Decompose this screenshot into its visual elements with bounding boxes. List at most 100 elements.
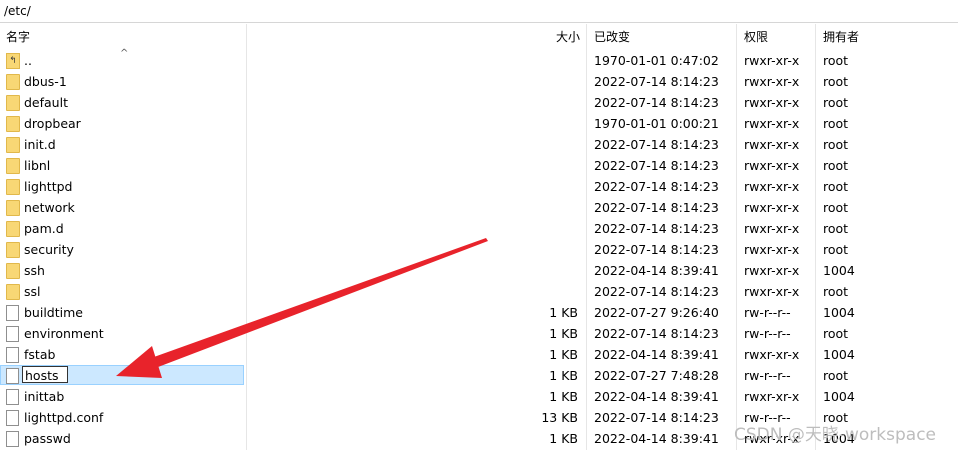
file-name: default [24,95,68,110]
file-permissions: rwxr-xr-x [744,74,800,89]
file-name: dropbear [24,116,81,131]
folder-row[interactable]: libnl 2022-07-14 8:14:23 rwxr-xr-x root [0,155,958,176]
folder-row[interactable]: default 2022-07-14 8:14:23 rwxr-xr-x root [0,92,958,113]
folder-row[interactable]: network 2022-07-14 8:14:23 rwxr-xr-x root [0,197,958,218]
folder-icon [6,200,20,216]
file-modified: 2022-04-14 8:39:41 [594,431,719,446]
file-row[interactable]: inittab 1 KB 2022-04-14 8:39:41 rwxr-xr-x 10… [0,386,958,407]
file-permissions: rwxr-xr-x [744,137,800,152]
column-size[interactable]: 大小 [556,24,580,48]
folder-row[interactable]: init.d 2022-07-14 8:14:23 rwxr-xr-x root [0,134,958,155]
file-name: buildtime [24,305,83,320]
file-modified: 1970-01-01 0:47:02 [594,53,719,68]
file-modified: 2022-07-27 9:26:40 [594,305,719,320]
file-name: network [24,200,75,215]
folder-row[interactable]: pam.d 2022-07-14 8:14:23 rwxr-xr-x root [0,218,958,239]
file-owner: 1004 [823,389,855,404]
file-size: 1 KB [549,305,578,320]
file-icon [6,389,19,405]
file-icon [6,326,19,342]
file-permissions: rwxr-xr-x [744,116,800,131]
file-permissions: rwxr-xr-x [744,389,800,404]
folder-row[interactable]: dbus-1 2022-07-14 8:14:23 rwxr-xr-x root [0,71,958,92]
folder-icon [6,137,20,153]
file-row[interactable]: hosts 1 KB 2022-07-27 7:48:28 rw-r--r-- root [0,365,958,386]
file-modified: 2022-07-14 8:14:23 [594,410,719,425]
file-owner: root [823,74,849,89]
file-modified: 2022-04-14 8:39:41 [594,389,719,404]
column-owner[interactable]: 拥有者 [823,24,859,48]
file-size: 1 KB [549,389,578,404]
file-size: 13 KB [541,410,578,425]
file-owner: root [823,221,849,236]
file-owner: root [823,284,849,299]
folder-icon [6,179,20,195]
file-modified: 2022-07-14 8:14:23 [594,158,719,173]
file-icon [6,410,19,426]
file-modified: 2022-04-14 8:39:41 [594,347,719,362]
file-permissions: rwxr-xr-x [744,347,800,362]
file-row[interactable]: environment 1 KB 2022-07-14 8:14:23 rw-r--r… [0,323,958,344]
file-modified: 2022-07-14 8:14:23 [594,95,719,110]
folder-row[interactable]: ssh 2022-04-14 8:39:41 rwxr-xr-x 1004 [0,260,958,281]
column-modified[interactable]: 已改变 [594,24,630,48]
path-bar[interactable]: /etc/ [0,0,958,23]
file-permissions: rwxr-xr-x [744,263,800,278]
file-name: pam.d [24,221,64,236]
file-permissions: rw-r--r-- [744,305,791,320]
file-name: security [24,242,74,257]
file-name: init.d [24,137,56,152]
folder-icon [6,284,20,300]
file-size: 1 KB [549,431,578,446]
file-modified: 2022-07-14 8:14:23 [594,284,719,299]
folder-icon [6,158,20,174]
file-icon [6,347,19,363]
file-modified: 1970-01-01 0:00:21 [594,116,719,131]
file-name: inittab [24,389,65,404]
file-name: ssl [24,284,41,299]
file-modified: 2022-07-14 8:14:23 [594,74,719,89]
file-modified: 2022-07-14 8:14:23 [594,179,719,194]
file-row[interactable]: fstab 1 KB 2022-04-14 8:39:41 rwxr-xr-x 1004 [0,344,958,365]
file-owner: root [823,200,849,215]
folder-icon [6,95,20,111]
file-permissions: rwxr-xr-x [744,95,800,110]
folder-icon [6,221,20,237]
file-owner: root [823,158,849,173]
file-owner: root [823,179,849,194]
file-permissions: rwxr-xr-x [744,158,800,173]
file-owner: root [823,95,849,110]
file-modified: 2022-07-14 8:14:23 [594,221,719,236]
folder-row[interactable]: ssl 2022-07-14 8:14:23 rwxr-xr-x root [0,281,958,302]
file-row[interactable]: buildtime 1 KB 2022-07-27 9:26:40 rw-r--r--… [0,302,958,323]
folder-icon [6,116,20,132]
column-permissions[interactable]: 权限 [744,24,768,48]
file-owner: 1004 [823,263,855,278]
file-name: passwd [24,431,71,446]
file-name: fstab [24,347,56,362]
file-modified: 2022-07-14 8:14:23 [594,242,719,257]
folder-row[interactable]: security 2022-07-14 8:14:23 rwxr-xr-x root [0,239,958,260]
file-name: lighttpd [24,179,73,194]
file-size: 1 KB [549,326,578,341]
path-text: /etc/ [4,4,31,18]
folder-row[interactable]: lighttpd 2022-07-14 8:14:23 rwxr-xr-x root [0,176,958,197]
file-owner: 1004 [823,305,855,320]
file-icon [6,305,19,321]
file-size: 1 KB [549,347,578,362]
file-name: ssh [24,263,45,278]
rename-input[interactable]: hosts [22,366,68,383]
file-name: environment [24,326,104,341]
folder-row[interactable]: ↰.. 1970-01-01 0:47:02 rwxr-xr-x root [0,50,958,71]
file-owner: root [823,137,849,152]
column-name[interactable]: 名字 [6,24,30,48]
file-modified: 2022-07-14 8:14:23 [594,326,719,341]
file-modified: 2022-07-14 8:14:23 [594,137,719,152]
file-owner: 1004 [823,347,855,362]
file-name: lighttpd.conf [24,410,104,425]
file-owner: root [823,326,849,341]
folder-icon [6,242,20,258]
file-permissions: rwxr-xr-x [744,284,800,299]
folder-row[interactable]: dropbear 1970-01-01 0:00:21 rwxr-xr-x root [0,113,958,134]
file-permissions: rwxr-xr-x [744,221,800,236]
